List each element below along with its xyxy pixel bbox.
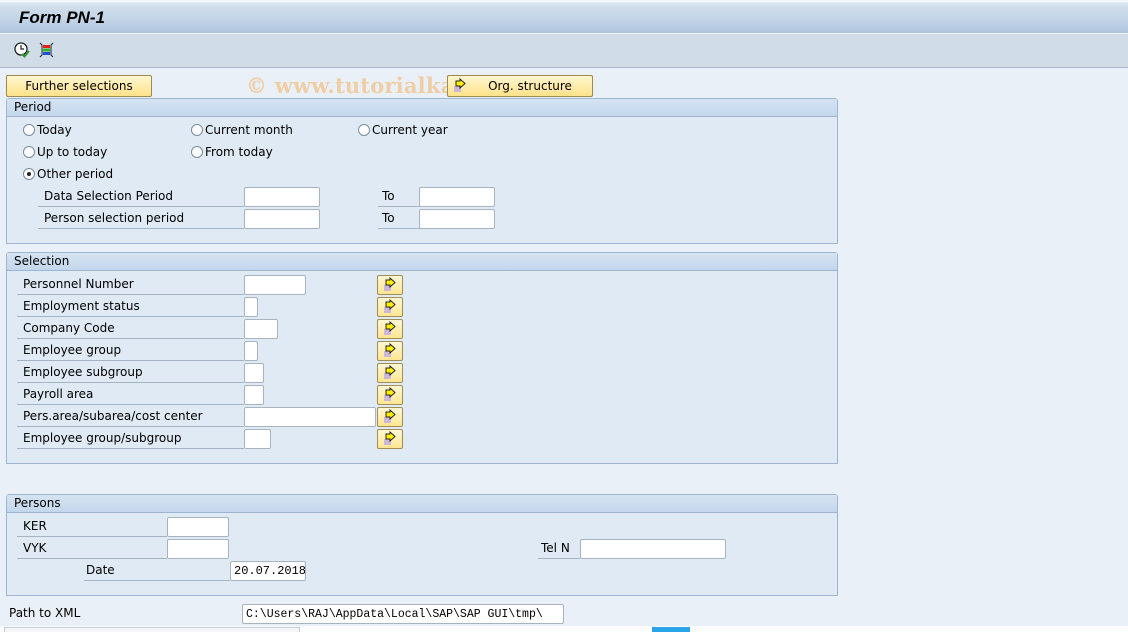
multiple-selection-button[interactable] [377, 297, 403, 317]
selection-field-label: Payroll area [17, 385, 244, 405]
selection-field-label: Employee group [17, 341, 244, 361]
radio-from-today[interactable]: From today [191, 145, 273, 159]
arrow-right-icon [384, 277, 396, 291]
multiple-selection-button[interactable] [377, 341, 403, 361]
persons-group: Persons KER VYK Date Tel N [6, 494, 838, 596]
multiple-selection-button[interactable] [377, 319, 403, 339]
selection-field-label: Employment status [17, 297, 244, 317]
execute-clock-icon[interactable] [13, 41, 31, 59]
selection-field-input[interactable] [244, 297, 258, 317]
radio-today[interactable]: Today [23, 123, 72, 137]
radio-current-month[interactable]: Current month [191, 123, 293, 137]
radio-label: From today [205, 145, 273, 159]
arrow-right-icon [384, 431, 396, 445]
date-input[interactable] [230, 561, 306, 581]
org-structure-button[interactable]: Org. structure [447, 75, 593, 97]
person-selection-to-label: To [378, 209, 420, 229]
arrow-right-icon [384, 409, 396, 423]
selection-header: Selection [7, 253, 837, 271]
arrow-right-icon [384, 321, 396, 335]
ker-input[interactable] [167, 517, 229, 537]
period-header: Period [7, 99, 837, 117]
multiple-selection-button[interactable] [377, 385, 403, 405]
application-toolbar: © www.tutorialkart.com [0, 34, 1128, 98]
further-selections-label: Further selections [25, 79, 133, 93]
radio-circle [23, 124, 35, 136]
data-selection-period-to[interactable] [419, 187, 495, 207]
tel-label: Tel N [538, 539, 580, 559]
selection-field-input[interactable] [244, 385, 264, 405]
status-bar [0, 626, 1128, 632]
selection-field-input[interactable] [244, 319, 278, 339]
selection-field-input[interactable] [244, 363, 264, 383]
radio-label: Up to today [37, 145, 108, 159]
selection-field-input[interactable] [244, 275, 306, 295]
status-bar-segment [4, 627, 300, 632]
radio-label: Current year [372, 123, 448, 137]
radio-circle [191, 124, 203, 136]
radio-circle [23, 146, 35, 158]
radio-up-to-today[interactable]: Up to today [23, 145, 107, 159]
status-indicator [652, 627, 690, 632]
arrow-right-icon [452, 77, 468, 94]
further-selections-button[interactable]: Further selections [6, 75, 152, 97]
selection-field-label: Personnel Number [17, 275, 244, 295]
data-selection-period-from[interactable] [244, 187, 320, 207]
tel-input[interactable] [580, 539, 726, 559]
person-selection-period-from[interactable] [244, 209, 320, 229]
radio-label: Today [37, 123, 72, 137]
org-structure-label: Org. structure [488, 79, 572, 93]
vyk-input[interactable] [167, 539, 229, 559]
persons-header: Persons [7, 495, 837, 513]
ker-label: KER [17, 517, 167, 537]
person-selection-period-label: Person selection period [38, 209, 244, 229]
selection-field-label: Company Code [17, 319, 244, 339]
radio-other-period[interactable]: Other period [23, 167, 113, 181]
radio-label: Other period [37, 167, 114, 181]
selection-field-input[interactable] [244, 407, 376, 427]
data-selection-to-label: To [378, 187, 420, 207]
person-selection-period-to[interactable] [419, 209, 495, 229]
period-group: Period Today Current month Current year … [6, 98, 838, 244]
date-label: Date [84, 561, 230, 581]
path-to-xml-label: Path to XML [9, 606, 81, 620]
title-bar: Form PN-1 [0, 0, 1128, 34]
path-to-xml-input[interactable] [242, 604, 564, 624]
arrow-right-icon [384, 365, 396, 379]
multiple-selection-button[interactable] [377, 429, 403, 449]
radio-current-year[interactable]: Current year [358, 123, 448, 137]
selection-options-icon[interactable] [38, 41, 56, 59]
selection-field-label: Pers.area/subarea/cost center [17, 407, 244, 427]
page-title: Form PN-1 [19, 8, 105, 27]
selection-field-label: Employee group/subgroup [17, 429, 244, 449]
multiple-selection-button[interactable] [377, 363, 403, 383]
data-selection-period-label: Data Selection Period [38, 187, 244, 207]
arrow-right-icon [384, 299, 396, 313]
radio-label: Current month [205, 123, 293, 137]
radio-circle-checked [23, 168, 35, 180]
selection-field-input[interactable] [244, 341, 258, 361]
arrow-right-icon [384, 387, 396, 401]
multiple-selection-button[interactable] [377, 407, 403, 427]
radio-circle [358, 124, 370, 136]
multiple-selection-button[interactable] [377, 275, 403, 295]
vyk-label: VYK [17, 539, 167, 559]
selection-group: Selection Personnel Number Employment sta… [6, 252, 838, 464]
selection-field-label: Employee subgroup [17, 363, 244, 383]
selection-field-input[interactable] [244, 429, 271, 449]
arrow-right-icon [384, 343, 396, 357]
radio-circle [191, 146, 203, 158]
